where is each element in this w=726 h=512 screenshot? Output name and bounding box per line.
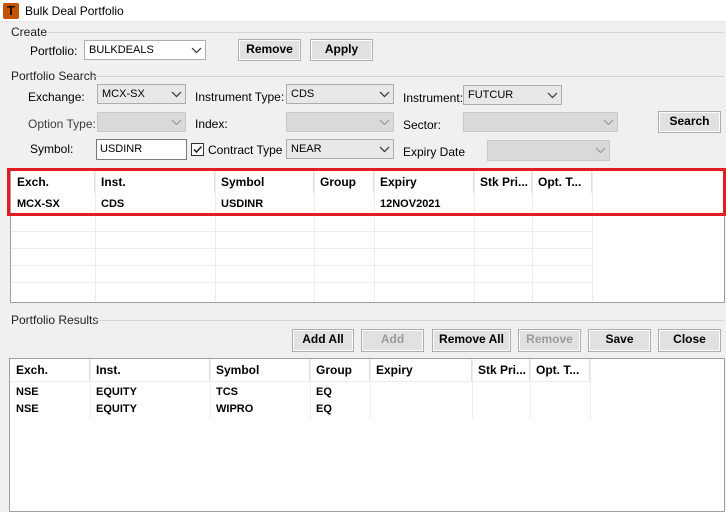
search-divider — [92, 76, 724, 77]
grid-line — [590, 359, 591, 419]
table-row[interactable]: NSE EQUITY TCS EQ — [10, 384, 724, 401]
results-divider — [95, 320, 724, 321]
highlight-box — [7, 168, 726, 216]
add-all-button[interactable]: Add All — [292, 329, 354, 352]
cell-option-type — [530, 384, 590, 401]
app-icon: T — [3, 3, 19, 19]
search-group-label: Portfolio Search — [11, 69, 97, 83]
instrument-label: Instrument: — [403, 91, 464, 105]
column-header-exch[interactable]: Exch. — [10, 359, 90, 381]
contract-type-value: NEAR — [291, 143, 322, 155]
portfolio-results-grid[interactable]: Exch. Inst. Symbol Group Expiry Stk Pri.… — [9, 358, 725, 512]
cell-exch: NSE — [16, 403, 39, 415]
column-header-group[interactable]: Group — [310, 359, 370, 381]
exchange-label: Exchange: — [28, 90, 85, 104]
cell-inst: EQUITY — [96, 403, 137, 415]
remove-button[interactable]: Remove — [518, 329, 581, 352]
checkmark-icon — [193, 145, 203, 154]
portfolio-label: Portfolio: — [30, 44, 78, 58]
grid-line — [11, 265, 592, 266]
apply-button[interactable]: Apply — [310, 39, 373, 61]
index-combo[interactable] — [286, 112, 394, 132]
symbol-input[interactable]: USDINR — [96, 139, 187, 160]
cell-exch: NSE — [16, 386, 39, 398]
chevron-down-icon — [379, 118, 390, 126]
remove-all-button[interactable]: Remove All — [432, 329, 511, 352]
chevron-down-icon — [171, 90, 182, 98]
cell-option-type — [530, 401, 590, 418]
option-type-combo[interactable] — [97, 112, 186, 132]
cell-strike-price — [472, 401, 530, 418]
grid-line — [10, 381, 590, 382]
remove-portfolio-button[interactable]: Remove — [238, 39, 301, 61]
exchange-combo[interactable]: MCX-SX — [97, 84, 186, 104]
symbol-label: Symbol: — [30, 142, 74, 156]
grid-line — [11, 231, 592, 232]
add-button[interactable]: Add — [361, 329, 424, 352]
cell-expiry — [370, 384, 472, 401]
results-group-label: Portfolio Results — [11, 313, 99, 327]
column-header-strike-price[interactable]: Stk Pri... — [472, 359, 530, 381]
chevron-down-icon — [171, 118, 182, 126]
exchange-value: MCX-SX — [102, 88, 145, 100]
close-button[interactable]: Close — [658, 329, 721, 352]
cell-expiry — [370, 401, 472, 418]
cell-strike-price — [472, 384, 530, 401]
expiry-date-combo[interactable] — [487, 140, 610, 161]
column-header-expiry[interactable]: Expiry — [370, 359, 472, 381]
chevron-down-icon — [547, 91, 558, 99]
chevron-down-icon — [191, 46, 202, 54]
cell-symbol: TCS — [216, 386, 238, 398]
portfolio-value: BULKDEALS — [89, 44, 154, 56]
instrument-type-value: CDS — [291, 88, 315, 100]
expiry-date-label: Expiry Date — [403, 145, 466, 159]
grid-line — [11, 248, 592, 249]
create-divider — [48, 32, 724, 33]
chevron-down-icon — [603, 118, 614, 126]
create-group-label: Create — [11, 25, 48, 39]
sector-combo[interactable] — [463, 112, 618, 132]
instrument-combo[interactable]: FUTCUR — [463, 85, 562, 105]
table-row[interactable]: NSE EQUITY WIPRO EQ — [10, 401, 724, 418]
chevron-down-icon — [379, 90, 390, 98]
grid-line — [210, 359, 211, 419]
portfolio-combo[interactable]: BULKDEALS — [84, 40, 206, 60]
instrument-type-label: Instrument Type: — [195, 90, 285, 104]
cell-symbol: WIPRO — [216, 403, 254, 415]
grid-line — [11, 282, 592, 283]
option-type-label: Option Type: — [28, 117, 96, 131]
grid-line — [90, 359, 91, 419]
contract-type-label: Contract Type — [208, 143, 283, 157]
cell-inst: EQUITY — [96, 386, 137, 398]
cell-group: EQ — [316, 386, 332, 398]
grid-line — [472, 359, 473, 419]
save-button[interactable]: Save — [588, 329, 651, 352]
grid-line — [530, 359, 531, 419]
column-header-inst[interactable]: Inst. — [90, 359, 210, 381]
instrument-value: FUTCUR — [468, 89, 514, 101]
cell-group: EQ — [316, 403, 332, 415]
contract-type-checkbox[interactable] — [191, 143, 204, 156]
contract-type-combo[interactable]: NEAR — [286, 139, 394, 159]
search-button[interactable]: Search — [658, 111, 721, 133]
grid-line — [370, 359, 371, 419]
window-title: Bulk Deal Portfolio — [25, 4, 124, 18]
results-grid-header: Exch. Inst. Symbol Group Expiry Stk Pri.… — [10, 359, 724, 381]
chevron-down-icon — [379, 145, 390, 153]
instrument-type-combo[interactable]: CDS — [286, 84, 394, 104]
column-header-option-type[interactable]: Opt. T... — [530, 359, 590, 381]
sector-label: Sector: — [403, 118, 442, 132]
chevron-down-icon — [595, 146, 606, 154]
column-header-symbol[interactable]: Symbol — [210, 359, 310, 381]
title-bar: T Bulk Deal Portfolio — [0, 0, 726, 22]
index-label: Index: — [195, 117, 228, 131]
grid-line — [310, 359, 311, 419]
